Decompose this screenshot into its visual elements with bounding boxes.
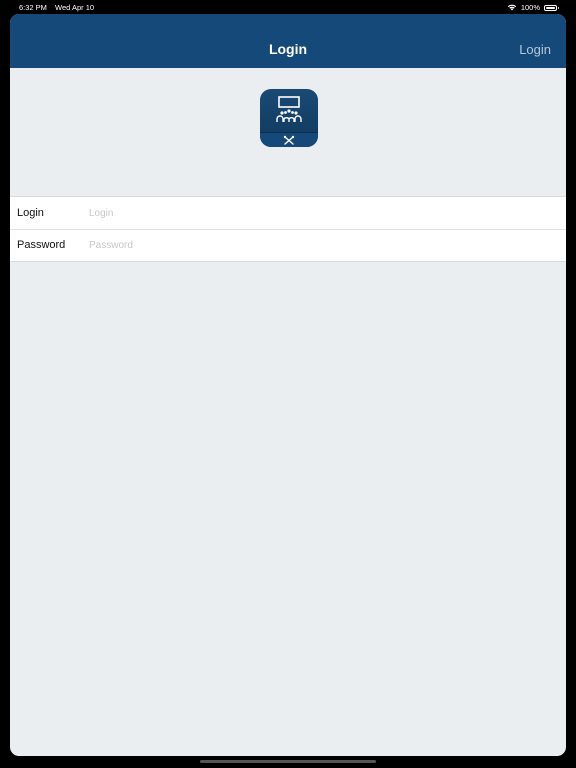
password-row: Password: [10, 229, 566, 261]
password-label: Password: [17, 239, 66, 251]
battery-icon: [544, 4, 559, 11]
login-input[interactable]: [89, 205, 556, 221]
app-logo-icon: [260, 89, 318, 147]
login-form: Login Password: [10, 196, 566, 262]
status-right: 100%: [507, 3, 559, 12]
home-indicator[interactable]: [200, 760, 376, 763]
status-left: 6:32 PM Wed Apr 10: [19, 3, 100, 12]
status-time: 6:32 PM: [19, 3, 47, 12]
login-label: Login: [17, 207, 44, 219]
login-row: Login: [10, 197, 566, 229]
password-input[interactable]: [89, 237, 556, 253]
status-date: Wed Apr 10: [55, 3, 95, 12]
tools-icon: [283, 135, 295, 145]
battery-percent: 100%: [520, 3, 540, 12]
logo-footer: [260, 132, 318, 147]
wifi-icon: [507, 4, 517, 11]
navigation-bar: Login Login: [10, 14, 566, 68]
app-screen: Login Login Login Password: [10, 14, 566, 756]
login-button[interactable]: Login: [519, 42, 551, 57]
nav-title: Login: [268, 41, 308, 57]
status-bar: 6:32 PM Wed Apr 10 100%: [0, 0, 576, 14]
